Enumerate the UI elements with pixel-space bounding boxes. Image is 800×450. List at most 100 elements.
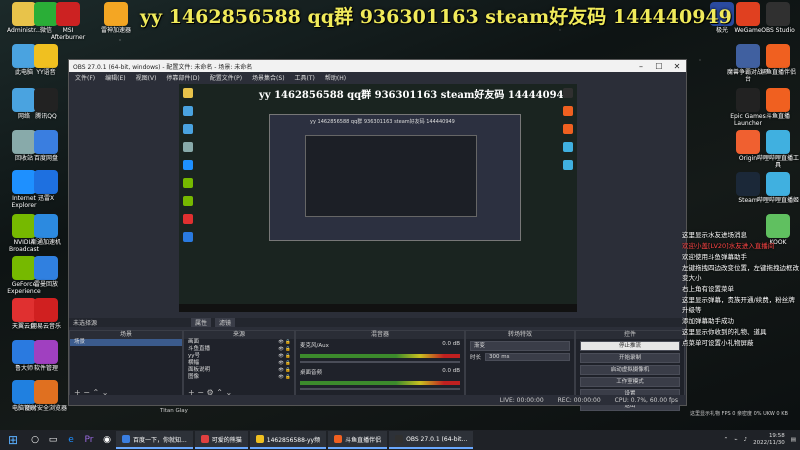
taskbar-app[interactable]: OBS 27.0.1 (64-bit...: [389, 431, 474, 449]
chat-message: 这里显示你收到的礼物、道具: [682, 328, 767, 336]
desktop-icon-label: 斗鱼直播: [765, 113, 790, 120]
source-item[interactable]: 横幅 👁 🔒: [184, 360, 294, 367]
control-button[interactable]: 工作室模式: [580, 377, 680, 387]
desktop-icon[interactable]: 哔哩哔哩直播工具: [756, 130, 800, 169]
preview-nested-title: yy 1462856588 qq群 936301163 steam好友码 144…: [310, 119, 455, 125]
desktop-icon[interactable]: OBS Studio: [756, 2, 800, 34]
obs-window[interactable]: OBS 27.0.1 (64-bit, windows) - 配置文件: 未命名…: [68, 59, 687, 411]
desktop-icon[interactable]: MSI Afterburner: [46, 2, 90, 41]
menu-item[interactable]: 视图(V): [136, 73, 157, 82]
source-item[interactable]: yy号 👁 🔒: [184, 353, 294, 360]
maximize-icon[interactable]: ☐: [650, 62, 668, 71]
steam-icon[interactable]: ◉: [98, 430, 116, 450]
obs-titlebar[interactable]: OBS 27.0.1 (64-bit, windows) - 配置文件: 未命名…: [69, 60, 686, 72]
obs-preview[interactable]: yy 1462856588 qq群 936301163 steam好友码 144…: [179, 84, 577, 312]
sources-panel-title: 来源: [184, 331, 294, 339]
source-item-label: 斗鱼直播: [188, 346, 211, 352]
preview-overlay-title: yy 1462856588 qq群 936301163 steam好友码 144…: [259, 90, 571, 101]
chat-message: 欢迎使用斗鱼弹幕助手: [682, 253, 747, 261]
menu-item[interactable]: 编辑(E): [105, 73, 125, 82]
preview-icon: [183, 106, 193, 116]
preview-icon: [563, 142, 573, 152]
desktop-icon[interactable]: 软件管理: [24, 340, 68, 372]
properties-button[interactable]: 属性: [191, 318, 212, 327]
source-item[interactable]: 斗鱼直播 👁 🔒: [184, 346, 294, 353]
notification-icon[interactable]: ▤: [791, 437, 796, 443]
visibility-lock-icon[interactable]: 👁 🔒: [278, 339, 294, 346]
sources-panel: 来源 画面 👁 🔒 斗鱼直播 👁 🔒 yy号 👁 🔒 横幅 👁 🔒 面板说明 👁 🔒 图像 👁 🔒 +…: [183, 330, 295, 400]
visibility-lock-icon[interactable]: 👁 🔒: [278, 367, 294, 374]
network-icon[interactable]: ⌁: [734, 437, 737, 443]
app-icon: [34, 380, 58, 404]
app-icon: [766, 44, 790, 68]
desktop-icon[interactable]: 斗鱼直播伴侣: [756, 44, 800, 76]
source-item-label: yy号: [188, 353, 201, 359]
menu-item[interactable]: 场景集合(S): [252, 73, 285, 82]
source-item[interactable]: 图像 👁 🔒: [184, 374, 294, 381]
menu-item[interactable]: 工具(T): [295, 73, 315, 82]
taskbar-app[interactable]: 1462856588-yy频: [249, 431, 327, 449]
desktop-icon-label: 软件管理: [33, 365, 58, 372]
minimize-icon[interactable]: –: [632, 62, 650, 71]
taskbar-app-icon: [395, 435, 404, 443]
desktop-icon[interactable]: 腾讯QQ: [24, 88, 68, 120]
desktop-icon[interactable]: 百度网盘: [24, 130, 68, 162]
taskbar-app[interactable]: 可爱的熊猫: [194, 431, 248, 449]
desktop-icon-label: YY语音: [36, 69, 56, 76]
scene-item[interactable]: 场景: [70, 339, 182, 346]
preview-icon: [183, 214, 193, 224]
source-item-label: 图像: [188, 374, 200, 380]
chat-message: 这里显示水友进场消息: [682, 231, 747, 239]
taskbar-app[interactable]: 斗鱼直播伴侣: [328, 431, 388, 449]
menu-item[interactable]: 帮助(H): [325, 73, 346, 82]
visibility-lock-icon[interactable]: 👁 🔒: [278, 360, 294, 367]
volume-icon[interactable]: ♪: [744, 437, 748, 443]
premiere-icon[interactable]: Pr: [80, 430, 98, 450]
desktop-volume-meter: [300, 381, 460, 385]
desktop-icon[interactable]: YY语音: [24, 44, 68, 76]
menu-item[interactable]: 文件(F): [75, 73, 95, 82]
preview-taskbar: [179, 304, 577, 312]
desktop-icon[interactable]: 迅雷X: [24, 170, 68, 202]
control-button[interactable]: 开始录制: [580, 353, 680, 363]
visibility-lock-icon[interactable]: 👁 🔒: [278, 346, 294, 353]
filters-button[interactable]: 滤镜: [215, 318, 236, 327]
source-item[interactable]: 画面 👁 🔒: [184, 339, 294, 346]
task-view-icon[interactable]: ▭: [44, 430, 62, 450]
source-toolbar: 未选择源 属性 滤镜: [69, 318, 686, 327]
visibility-lock-icon[interactable]: 👁 🔒: [278, 374, 294, 381]
visibility-lock-icon[interactable]: 👁 🔒: [278, 353, 294, 360]
desktop-icon[interactable]: 网易云音乐: [24, 298, 68, 330]
control-button[interactable]: 停止推流: [580, 341, 680, 351]
clock-time: 19:58: [768, 433, 785, 439]
obs-window-title: OBS 27.0.1 (64-bit, windows) - 配置文件: 未命名…: [73, 63, 253, 71]
sources-list: 画面 👁 🔒 斗鱼直播 👁 🔒 yy号 👁 🔒 横幅 👁 🔒 面板说明 👁 🔒 图像 👁 🔒: [184, 339, 294, 381]
source-item-label: 画面: [188, 339, 200, 345]
chevron-up-icon[interactable]: ⌃: [724, 437, 729, 443]
desktop-icon[interactable]: 雷曼回放: [24, 256, 68, 288]
taskbar-app[interactable]: 百度一下，你就知...: [116, 431, 193, 449]
controls-panel-title: 控件: [576, 331, 684, 339]
windows-start-icon[interactable]: ⊞: [0, 430, 26, 450]
clock[interactable]: 19:58 2022/11/30: [753, 433, 785, 447]
close-icon[interactable]: ✕: [668, 62, 686, 71]
desktop-icon[interactable]: 斯通加速机: [24, 214, 68, 246]
desktop-icon[interactable]: 随时安全浏览器: [24, 380, 68, 412]
mixer-panel-title: 混音器: [296, 331, 464, 339]
mic-volume-slider[interactable]: [300, 361, 460, 363]
desktop-icon[interactable]: 斗鱼直播: [756, 88, 800, 120]
menu-item[interactable]: 配置文件(P): [210, 73, 242, 82]
preview-icon: [183, 124, 193, 134]
source-item[interactable]: 面板说明 👁 🔒: [184, 367, 294, 374]
search-icon[interactable]: ○: [26, 430, 44, 450]
menu-item[interactable]: 停靠部件(D): [166, 73, 199, 82]
duration-input[interactable]: 300 ms: [485, 353, 570, 361]
desktop-volume-slider[interactable]: [300, 388, 460, 390]
edge-icon[interactable]: e: [62, 430, 80, 450]
desktop-icon[interactable]: 雷神加速器: [94, 2, 138, 34]
desktop-icon-label: 雷曼回放: [33, 281, 58, 288]
desktop-icon[interactable]: 哔哩哔哩直播姬: [756, 172, 800, 204]
control-button[interactable]: 启动虚拟摄像机: [580, 365, 680, 375]
transition-select[interactable]: 渐变: [470, 341, 570, 351]
taskbar-app-icon: [255, 435, 264, 443]
